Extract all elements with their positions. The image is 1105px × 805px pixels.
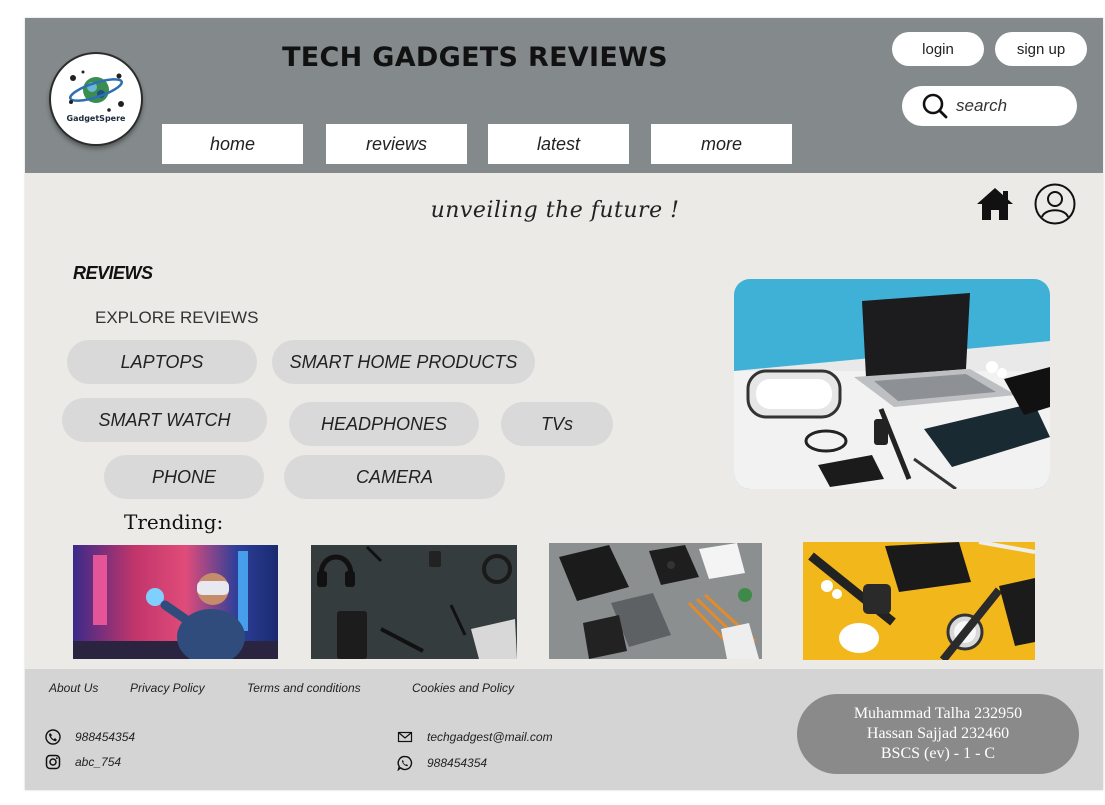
credits-badge: Muhammad Talha 232950 Hassan Sajjad 2324… <box>797 694 1079 774</box>
trending-label: Trending: <box>124 510 224 534</box>
category-tvs[interactable]: TVs <box>501 402 613 446</box>
contact-instagram: abc_754 <box>45 754 121 770</box>
credit-line: BSCS (ev) - 1 - C <box>880 745 996 762</box>
site-logo[interactable]: GadgetSpere <box>49 52 143 146</box>
site-title: TECH GADGETS REVIEWS <box>282 42 668 73</box>
trending-image-gadgets-grey[interactable] <box>549 543 762 659</box>
trending-image-gadgets-yellow[interactable] <box>803 542 1035 660</box>
credit-line: Muhammad Talha 232950 <box>853 705 1023 722</box>
footer: About Us Privacy Policy Terms and condit… <box>25 669 1103 790</box>
contact-phone: 988454354 <box>45 729 135 745</box>
whatsapp-number: 988454354 <box>427 756 488 770</box>
footer-link-cookies[interactable]: Cookies and Policy <box>412 681 514 695</box>
nav-latest[interactable]: latest <box>488 124 629 164</box>
tagline: unveiling the future ! <box>430 198 680 223</box>
header: GadgetSpere TECH GADGETS REVIEWS login s… <box>25 18 1103 173</box>
login-button[interactable]: login <box>892 32 984 66</box>
logo-globe-icon <box>68 70 124 112</box>
email-address[interactable]: techgadgest@mail.com <box>427 730 553 744</box>
home-icon[interactable] <box>975 186 1015 222</box>
footer-link-privacy[interactable]: Privacy Policy <box>130 681 205 695</box>
instagram-icon <box>45 754 61 770</box>
search-placeholder: search <box>956 96 1008 115</box>
nav-home[interactable]: home <box>162 124 303 164</box>
mail-icon <box>397 731 413 743</box>
footer-link-terms[interactable]: Terms and conditions <box>247 681 361 695</box>
search-icon <box>922 93 948 119</box>
search-input[interactable]: search <box>902 86 1077 126</box>
page-frame: GadgetSpere TECH GADGETS REVIEWS login s… <box>25 18 1103 790</box>
credit-line: Hassan Sajjad 232460 <box>866 725 1010 742</box>
category-smart-home[interactable]: SMART HOME PRODUCTS <box>272 340 535 384</box>
category-laptops[interactable]: LAPTOPS <box>67 340 257 384</box>
phone-icon <box>45 729 61 745</box>
signup-button[interactable]: sign up <box>995 32 1087 66</box>
trending-image-vr[interactable] <box>73 545 278 659</box>
contact-whatsapp: 988454354 <box>397 755 487 771</box>
footer-link-about[interactable]: About Us <box>49 681 98 695</box>
instagram-handle: abc_754 <box>75 755 122 769</box>
logo-text: GadgetSpere <box>66 114 126 123</box>
contact-email: techgadgest@mail.com <box>397 729 553 745</box>
category-camera[interactable]: CAMERA <box>284 455 505 499</box>
category-headphones[interactable]: HEADPHONES <box>289 402 479 446</box>
whatsapp-icon <box>397 755 413 771</box>
hero-image <box>734 279 1050 489</box>
phone-number: 988454354 <box>75 730 136 744</box>
trending-image-gadgets-dark[interactable] <box>311 545 517 659</box>
category-phone[interactable]: PHONE <box>104 455 264 499</box>
user-icon[interactable] <box>1033 182 1077 226</box>
nav-more[interactable]: more <box>651 124 792 164</box>
explore-reviews-label: EXPLORE REVIEWS <box>95 308 259 327</box>
reviews-heading: REVIEWS <box>73 263 153 283</box>
nav-reviews[interactable]: reviews <box>326 124 467 164</box>
category-smart-watch[interactable]: SMART WATCH <box>62 398 267 442</box>
